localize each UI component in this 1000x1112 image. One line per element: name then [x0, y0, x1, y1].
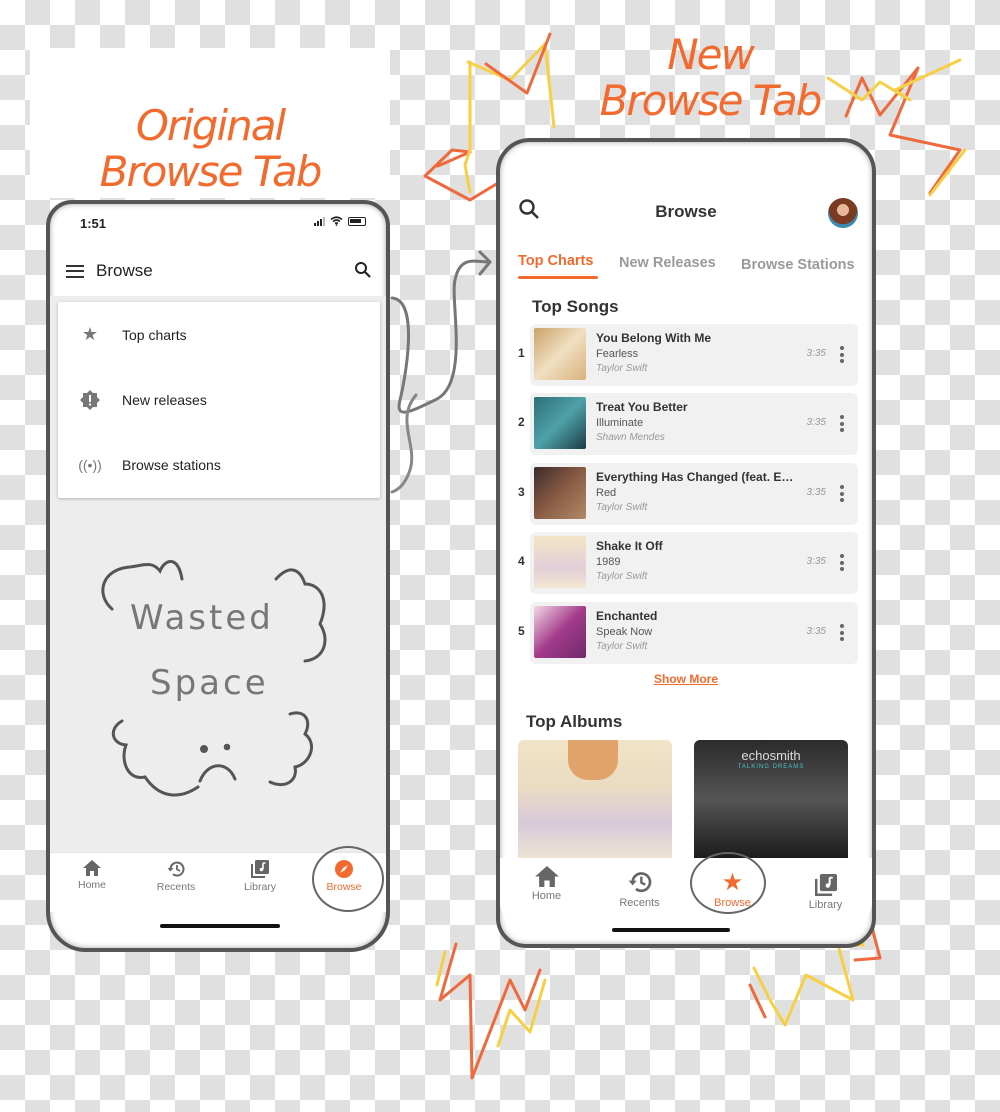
more-options-icon[interactable] [840, 346, 844, 363]
album-card-talking-dreams[interactable]: echosmith TALKING DREAMS [694, 740, 848, 858]
more-options-icon[interactable] [840, 624, 844, 641]
scribble-yellow [928, 148, 967, 197]
more-options-icon[interactable] [840, 554, 844, 571]
tab-new-releases[interactable]: New Releases [619, 255, 716, 271]
menu-icon[interactable] [66, 264, 84, 278]
signal-icon [314, 216, 325, 226]
status-icons [314, 216, 366, 226]
status-bar: 1:51 [50, 204, 386, 244]
scribble-yellow [435, 950, 447, 987]
library-icon [251, 860, 269, 878]
wasted-text: Wasted [130, 598, 274, 638]
scribble-orange [484, 32, 552, 95]
search-icon[interactable] [354, 261, 372, 279]
album-art-red [534, 467, 586, 519]
space-text: Space [150, 663, 269, 703]
song-row[interactable]: Treat You Better Illuminate Shawn Mendes… [530, 393, 858, 455]
new-badge-icon [58, 389, 122, 410]
radio-tower-icon: ((•)) [78, 456, 102, 473]
history-icon [167, 861, 185, 877]
nav-library[interactable]: Library [779, 858, 872, 928]
original-phone-mockup: 1:51 Browse ★ Top charts New releases (( [46, 200, 390, 952]
sad-face-eye [223, 743, 231, 751]
home-indicator [160, 924, 280, 928]
app-header: Browse [500, 190, 872, 234]
song-row[interactable]: Everything Has Changed (feat. Ed... Red … [530, 463, 858, 525]
connector-arrow [390, 250, 492, 414]
song-rank: 5 [518, 624, 525, 638]
app-bar: Browse [50, 248, 386, 294]
album-art-speak-now [534, 606, 586, 658]
album-art-illuminate [534, 397, 586, 449]
new-phone-mockup: Browse Top Charts New Releases Browse St… [496, 138, 876, 948]
sad-face-mouth [198, 764, 237, 783]
bottom-nav: Home Recents ★ Browse Library [500, 858, 872, 928]
song-row[interactable]: Enchanted Speak Now Taylor Swift 3:35 [530, 602, 858, 664]
nav-recents[interactable]: Recents [134, 853, 218, 912]
browse-menu-card: ★ Top charts New releases ((•)) Browse s… [58, 302, 380, 498]
home-icon [534, 866, 559, 887]
star-icon: ★ [81, 324, 99, 344]
nav-home[interactable]: Home [500, 858, 593, 928]
active-tab-indicator [518, 276, 598, 279]
scribble-orange [748, 983, 767, 1019]
album-art-1989 [534, 536, 586, 588]
top-albums-heading: Top Albums [526, 712, 623, 731]
battery-icon [348, 216, 366, 226]
wasted-space-doodle: Wasted Space [101, 560, 327, 797]
album-art-fearless [534, 328, 586, 380]
nav-home[interactable]: Home [50, 853, 134, 912]
hand-drawn-highlight-circle [690, 852, 766, 914]
home-indicator [612, 928, 730, 932]
song-row[interactable]: You Belong With Me Fearless Taylor Swift… [530, 324, 858, 386]
more-options-icon[interactable] [840, 415, 844, 432]
wifi-icon [330, 216, 343, 226]
tab-browse-stations[interactable]: Browse Stations [741, 257, 855, 273]
scribble-orange [438, 942, 542, 1080]
library-icon [814, 874, 837, 896]
history-icon [628, 872, 651, 893]
album-cover-art [568, 740, 618, 780]
nav-library[interactable]: Library [218, 853, 302, 912]
app-title: Browse [655, 202, 717, 221]
show-more-link[interactable]: Show More [500, 672, 872, 686]
menu-item-new-releases[interactable]: New releases [58, 367, 380, 432]
album-card-1989[interactable] [518, 740, 672, 858]
menu-item-top-charts[interactable]: ★ Top charts [58, 302, 380, 367]
top-songs-heading: Top Songs [532, 297, 619, 316]
browse-tabs: Top Charts New Releases Browse Stations [500, 250, 872, 284]
scribble-yellow [463, 60, 472, 194]
user-avatar[interactable] [828, 198, 858, 228]
menu-item-browse-stations[interactable]: ((•)) Browse stations [58, 432, 380, 497]
app-title: Browse [96, 261, 153, 280]
cloud-outline [111, 711, 313, 797]
nav-recents[interactable]: Recents [593, 858, 686, 928]
more-options-icon[interactable] [840, 485, 844, 502]
sad-face-eye [200, 745, 208, 753]
home-icon [83, 860, 101, 876]
song-rank: 3 [518, 485, 525, 499]
song-rank: 1 [518, 346, 525, 360]
song-row[interactable]: Shake It Off 1989 Taylor Swift 3:35 [530, 532, 858, 594]
song-rank: 4 [518, 554, 525, 568]
hand-drawn-highlight-circle [312, 846, 384, 912]
status-time: 1:51 [80, 216, 107, 231]
tab-top-charts[interactable]: Top Charts [518, 253, 593, 269]
scribble-yellow [826, 58, 962, 102]
song-rank: 2 [518, 415, 525, 429]
